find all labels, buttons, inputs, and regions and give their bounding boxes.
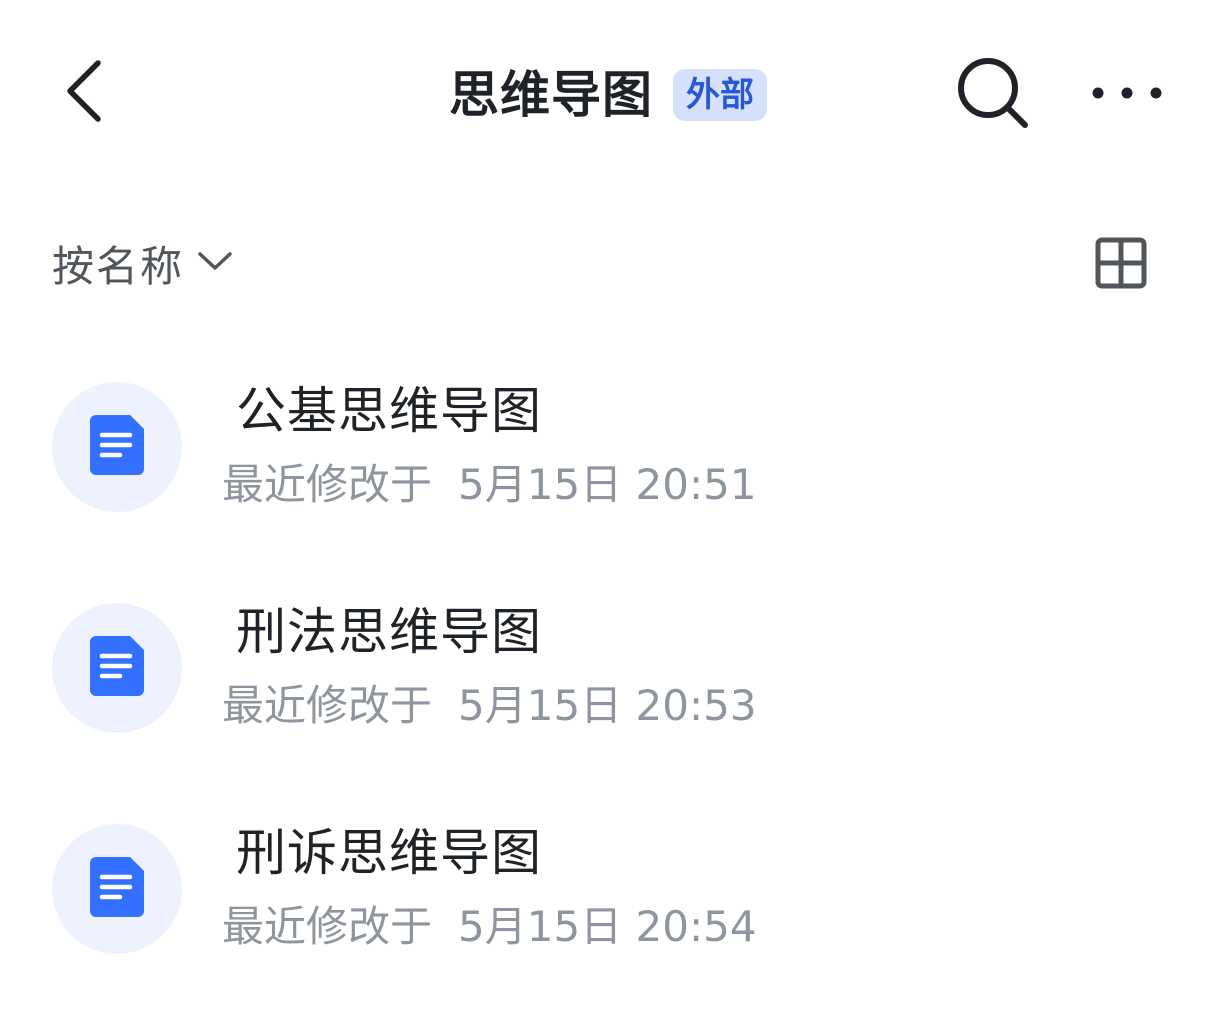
top-bar: 思维导图 外部	[0, 0, 1214, 190]
external-tag-badge: 外部	[673, 69, 767, 121]
more-horizontal-icon	[1091, 85, 1163, 104]
file-list-item[interactable]: 刑诉思维导图 最近修改于 5月15日 20:54	[0, 804, 1214, 1025]
modified-time: 5月15日 20:51	[458, 460, 757, 509]
sort-label: 按名称	[52, 241, 185, 291]
file-modified-info: 最近修改于 5月15日 20:54	[222, 902, 757, 951]
document-icon	[88, 634, 146, 702]
more-button[interactable]	[1082, 60, 1172, 128]
modified-time: 5月15日 20:53	[458, 681, 757, 730]
file-icon-circle	[52, 824, 182, 954]
file-modified-info: 最近修改于 5月15日 20:51	[222, 460, 757, 509]
page-title: 思维导图	[449, 66, 653, 124]
search-icon	[955, 55, 1031, 135]
file-name: 刑法思维导图	[236, 603, 542, 661]
file-icon-circle	[52, 603, 182, 733]
file-icon-circle	[52, 382, 182, 512]
file-list-item[interactable]: 公基思维导图 最近修改于 5月15日 20:51	[0, 362, 1214, 583]
file-name: 刑诉思维导图	[236, 824, 542, 882]
modified-prefix: 最近修改于	[222, 902, 433, 951]
chevron-down-icon	[198, 251, 232, 275]
modified-prefix: 最近修改于	[222, 460, 433, 509]
file-list-item[interactable]: 刑法思维导图 最近修改于 5月15日 20:53	[0, 583, 1214, 804]
file-modified-info: 最近修改于 5月15日 20:53	[222, 681, 757, 730]
modified-time: 5月15日 20:54	[458, 902, 757, 951]
document-icon	[88, 413, 146, 481]
search-button[interactable]	[950, 55, 1036, 135]
sort-dropdown[interactable]: 按名称	[52, 232, 232, 294]
file-name: 公基思维导图	[236, 382, 542, 440]
document-icon	[88, 855, 146, 923]
grid-view-button[interactable]	[1090, 234, 1152, 296]
grid-view-icon	[1095, 237, 1147, 293]
file-list: 公基思维导图 最近修改于 5月15日 20:51 刑法思维导图 最近修改于 5月…	[0, 362, 1214, 1025]
modified-prefix: 最近修改于	[222, 681, 433, 730]
